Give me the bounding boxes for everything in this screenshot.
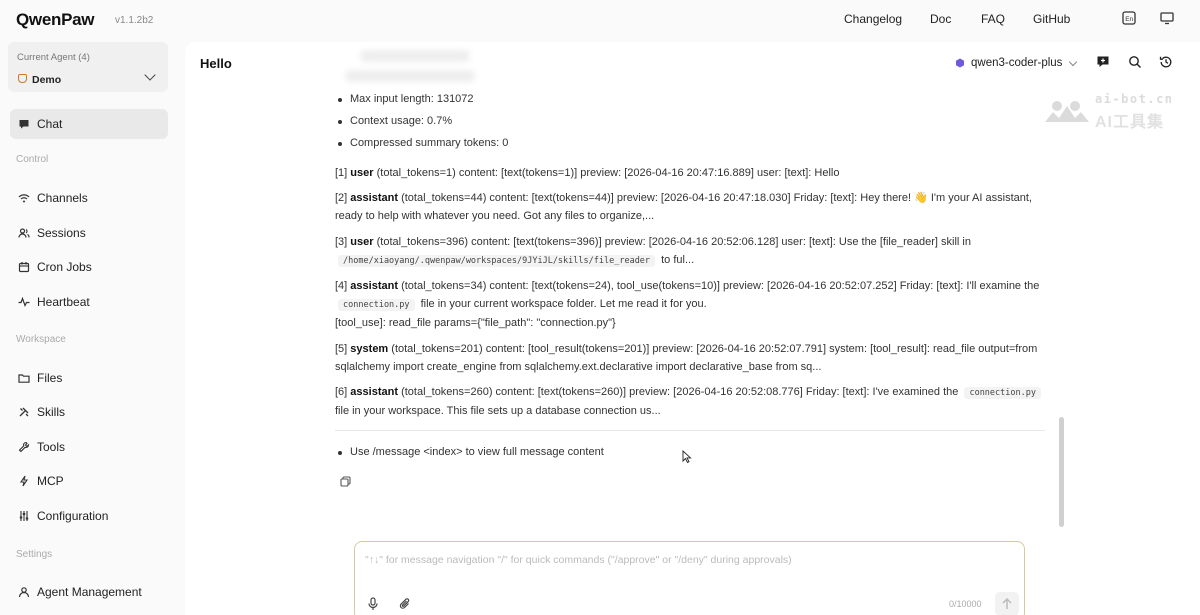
chevron-down-icon	[1069, 57, 1078, 66]
message-input[interactable]: "↑↓" for message navigation "/" for quic…	[365, 554, 792, 566]
code-inline: /home/xiaoyang/.qwenpaw/workspaces/9JYiJ…	[338, 255, 656, 267]
scrollbar[interactable]	[1059, 417, 1064, 527]
message-row-2: [2] assistant (total_tokens=44) content:…	[335, 192, 1032, 222]
sidebar-item-mcp[interactable]: MCP	[10, 466, 168, 496]
role-label: system	[350, 343, 389, 355]
sidebar-item-label: Agent Management	[37, 585, 142, 599]
sliders-icon	[19, 511, 29, 521]
blurred-content	[345, 70, 475, 82]
section-label-settings: Settings	[16, 549, 53, 560]
message-row-3: [3] user (total_tokens=396) content: [te…	[335, 236, 971, 267]
list-item: Use /message <index> to view full messag…	[338, 446, 604, 458]
language-icon[interactable]: En	[1121, 10, 1137, 26]
message-row-4: [4] assistant (total_tokens=34) content:…	[335, 280, 1040, 329]
message-row-1: [1] user (total_tokens=1) content: [text…	[335, 167, 840, 179]
role-label: user	[350, 236, 374, 248]
sidebar-item-label: Channels	[37, 191, 88, 205]
message-row-6: [6] assistant (total_tokens=260) content…	[335, 383, 1045, 420]
model-name: qwen3-coder-plus	[971, 57, 1063, 69]
github-link[interactable]: GitHub	[1033, 12, 1070, 26]
blurred-content	[360, 50, 470, 62]
wifi-icon	[18, 194, 30, 203]
sidebar-item-label: MCP	[37, 474, 64, 488]
sidebar-item-channels[interactable]: Channels	[10, 183, 168, 213]
chevron-down-icon[interactable]	[144, 69, 156, 81]
sidebar-item-agent-management[interactable]: Agent Management	[10, 577, 168, 607]
code-inline: connection.py	[338, 299, 415, 311]
role-label: user	[350, 167, 374, 179]
sidebar-item-label: Files	[37, 371, 63, 385]
sidebar-item-label: Heartbeat	[37, 295, 90, 309]
list-item: Compressed summary tokens: 0	[337, 137, 509, 149]
sidebar-item-cron-jobs[interactable]: Cron Jobs	[10, 252, 168, 282]
chat-icon	[19, 120, 29, 129]
sidebar-item-chat[interactable]: Chat	[10, 109, 168, 139]
user-icon	[18, 587, 30, 598]
doc-link[interactable]: Doc	[930, 12, 951, 26]
char-counter: 0/10000	[949, 599, 982, 609]
plug-icon	[19, 475, 29, 487]
list-item: Max input length: 131072	[338, 93, 474, 105]
watermark-label: AI工具集	[1095, 114, 1165, 131]
pulse-icon	[18, 296, 30, 308]
watermark-logo-icon	[1045, 101, 1089, 122]
watermark-site: ai-bot.cn	[1095, 92, 1174, 106]
role-label: assistant	[350, 192, 398, 204]
app-version: v1.1.2b2	[115, 15, 154, 26]
arrow-up-icon	[1002, 597, 1012, 609]
top-bar: QwenPaw v1.1.2b2 Changelog Doc FAQ GitHu…	[0, 0, 1200, 38]
changelog-link[interactable]: Changelog	[844, 12, 902, 26]
send-button[interactable]	[995, 592, 1019, 615]
folder-icon	[18, 374, 30, 383]
sidebar-item-label: Tools	[37, 440, 66, 454]
mouse-cursor-icon	[682, 450, 692, 464]
model-logo-icon	[956, 58, 964, 68]
app-logo[interactable]: QwenPaw	[16, 10, 95, 30]
role-label: assistant	[350, 386, 398, 398]
sidebar-item-skills[interactable]: Skills	[10, 397, 168, 427]
microphone-icon[interactable]	[367, 597, 379, 611]
sidebar: Current Agent (4) Demo Chat Control Chan…	[0, 38, 180, 615]
tools-icon	[19, 407, 29, 417]
history-icon[interactable]	[1159, 55, 1173, 69]
agent-name: Demo	[32, 74, 62, 86]
new-chat-icon[interactable]	[1096, 55, 1110, 69]
section-label-workspace: Workspace	[16, 334, 66, 345]
agent-selector[interactable]: Current Agent (4) Demo	[8, 42, 168, 92]
divider	[335, 430, 1045, 431]
sidebar-item-label: Configuration	[37, 509, 109, 523]
wrench-icon	[18, 441, 30, 453]
section-label-control: Control	[16, 154, 49, 165]
list-item: Context usage: 0.7%	[337, 115, 453, 127]
sidebar-item-sessions[interactable]: Sessions	[10, 218, 168, 248]
monitor-icon[interactable]	[1159, 10, 1175, 26]
sidebar-item-label: Chat	[37, 117, 63, 131]
watermark: ai-bot.cn AI工具集	[1045, 92, 1185, 132]
copy-icon[interactable]	[340, 476, 351, 487]
agent-icon	[18, 74, 27, 83]
code-inline: connection.py	[964, 387, 1041, 399]
message-composer[interactable]: "↑↓" for message navigation "/" for quic…	[354, 541, 1025, 615]
sidebar-item-configuration[interactable]: Configuration	[10, 501, 168, 531]
attachment-icon[interactable]	[399, 597, 411, 611]
chat-title: Hello	[200, 56, 232, 71]
sidebar-item-files[interactable]: Files	[10, 363, 168, 393]
sidebar-item-label: Skills	[37, 405, 66, 419]
sidebar-item-tools[interactable]: Tools	[10, 432, 168, 462]
message-row-5: [5] system (total_tokens=201) content: […	[335, 343, 1038, 373]
users-icon	[18, 228, 30, 238]
agent-count-label: Current Agent (4)	[17, 52, 90, 63]
calendar-icon	[18, 262, 30, 273]
chat-panel: Hello qwen3-coder-plus ai-bot.cn AI工具集 M…	[185, 42, 1200, 615]
sidebar-item-label: Sessions	[37, 226, 86, 240]
role-label: assistant	[350, 280, 398, 292]
model-selector[interactable]: qwen3-coder-plus	[955, 55, 1078, 71]
sidebar-item-label: Cron Jobs	[37, 260, 92, 274]
svg-text:En: En	[1125, 16, 1133, 23]
faq-link[interactable]: FAQ	[981, 12, 1005, 26]
sidebar-item-heartbeat[interactable]: Heartbeat	[10, 287, 168, 317]
search-icon[interactable]	[1128, 55, 1142, 69]
